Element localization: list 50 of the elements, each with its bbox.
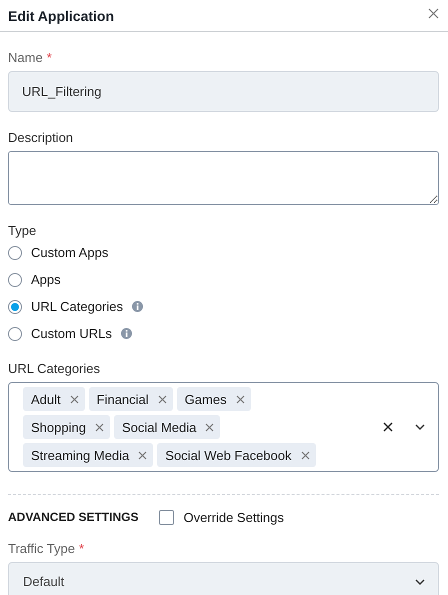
radio-button[interactable] xyxy=(8,326,22,340)
tag-chip[interactable]: Social Media xyxy=(114,415,220,439)
close-icon[interactable] xyxy=(428,8,439,19)
radio-label[interactable]: Apps xyxy=(31,272,61,287)
clear-icon[interactable] xyxy=(383,422,393,432)
tag-chip[interactable]: Adult xyxy=(23,387,85,411)
section-heading: ADVANCED SETTINGS xyxy=(8,510,138,524)
checkbox-label[interactable]: Override Settings xyxy=(183,510,284,524)
tag-chip[interactable]: Shopping xyxy=(23,415,110,439)
radio-button[interactable] xyxy=(8,300,22,314)
name-field[interactable]: URL_Filtering xyxy=(8,71,439,112)
description-field[interactable] xyxy=(8,151,439,205)
chevron-down-icon[interactable] xyxy=(415,578,425,584)
field-label: URL Categories xyxy=(8,360,100,376)
tag-label: Streaming Media xyxy=(31,448,130,462)
remove-icon[interactable] xyxy=(94,422,104,432)
tag-chip[interactable]: Games xyxy=(176,387,251,411)
multi-select-field[interactable]: Adult Financial Games Shopping Social Media Streaming Media Social Web Facebook xyxy=(8,382,439,472)
dialog-title: Edit Application xyxy=(8,8,114,24)
traffic-type-select[interactable]: Default xyxy=(8,562,439,595)
info-icon[interactable] xyxy=(132,301,144,312)
remove-icon[interactable] xyxy=(70,394,79,404)
tag-label: Financial xyxy=(96,392,149,406)
radio-label[interactable]: Custom URLs xyxy=(31,326,112,341)
required-mark: * xyxy=(46,50,52,64)
tag-chip[interactable]: Financial xyxy=(88,387,173,411)
tag-label: Social Media xyxy=(122,420,196,434)
field-label: Traffic Type xyxy=(8,540,75,556)
remove-icon[interactable] xyxy=(158,394,167,404)
radio-button[interactable] xyxy=(8,272,22,286)
tag-chip[interactable]: Social Web Facebook xyxy=(157,443,316,467)
tag-label: Social Web Facebook xyxy=(165,448,292,462)
tag-label: Shopping xyxy=(31,420,86,434)
required-mark: * xyxy=(78,540,84,556)
tag-chip[interactable]: Streaming Media xyxy=(23,443,154,467)
remove-icon[interactable] xyxy=(205,422,214,432)
field-label: Type xyxy=(8,222,36,238)
radio-button[interactable] xyxy=(8,246,22,260)
field-label: Description xyxy=(8,130,74,144)
radio-label[interactable]: URL Categories xyxy=(31,299,124,314)
tag-label: Games xyxy=(184,392,227,406)
info-icon[interactable] xyxy=(120,328,132,339)
remove-icon[interactable] xyxy=(236,394,245,404)
chevron-down-icon[interactable] xyxy=(415,424,425,430)
tag-label: Adult xyxy=(31,392,61,406)
field-label: Name xyxy=(8,50,43,64)
remove-icon[interactable] xyxy=(300,450,310,460)
radio-label[interactable]: Custom Apps xyxy=(31,245,108,260)
checkbox[interactable] xyxy=(159,510,174,524)
remove-icon[interactable] xyxy=(138,450,148,460)
